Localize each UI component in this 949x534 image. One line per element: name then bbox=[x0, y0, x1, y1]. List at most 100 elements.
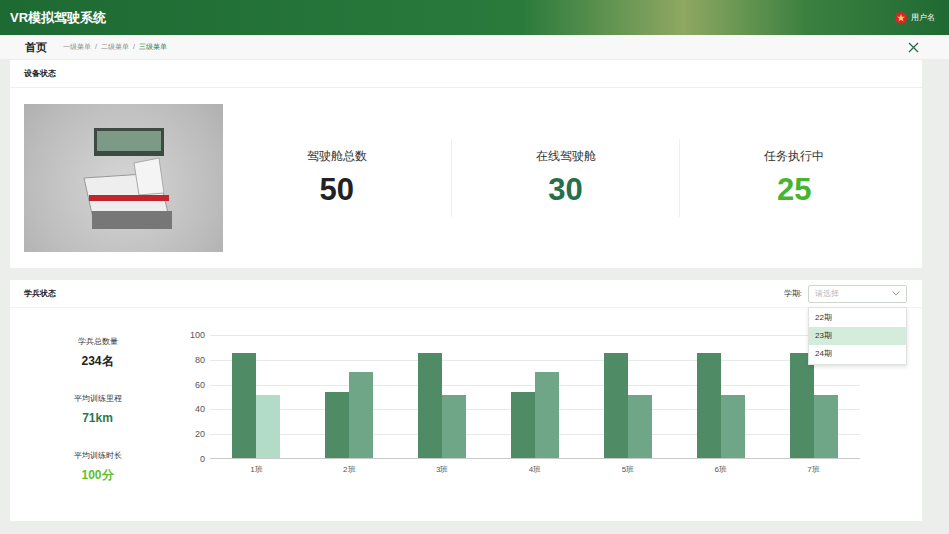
bar-group bbox=[303, 335, 396, 458]
breadcrumb-item[interactable]: 一级菜单 bbox=[63, 42, 91, 53]
bar[interactable] bbox=[790, 353, 814, 458]
grid-line bbox=[210, 360, 860, 361]
x-tick: 2班 bbox=[303, 464, 396, 476]
x-tick: 7班 bbox=[767, 464, 860, 476]
y-tick-label: 40 bbox=[195, 403, 205, 415]
x-tick-label: 1班 bbox=[250, 464, 262, 476]
chevron-up-icon bbox=[892, 291, 900, 296]
term-select[interactable]: 请选择 bbox=[808, 285, 907, 303]
bar[interactable] bbox=[442, 395, 466, 458]
user-name[interactable]: 用户名 bbox=[911, 12, 935, 24]
device-content: 驾驶舱总数 50 在线驾驶舱 30 任务执行中 25 bbox=[10, 88, 922, 268]
term-option[interactable]: 24期 bbox=[809, 345, 906, 363]
user-menu[interactable]: 用户名 bbox=[895, 12, 939, 24]
y-tick-label: 60 bbox=[195, 379, 205, 391]
student-status-card: 学兵状态学期:请选择22期23期24期学兵总数量234名平均训练里程71km平均… bbox=[10, 280, 922, 521]
card-title: 学兵状态 bbox=[24, 288, 56, 300]
breadcrumb-item[interactable]: 三级菜单 bbox=[139, 42, 167, 53]
x-tick-label: 6班 bbox=[715, 464, 727, 476]
x-tick: 6班 bbox=[674, 464, 767, 476]
top-header: VR模拟驾驶系统 用户名 bbox=[0, 0, 949, 35]
y-tick-label: 0 bbox=[200, 453, 205, 465]
card-header: 设备状态 bbox=[10, 60, 922, 88]
bar[interactable] bbox=[814, 395, 838, 458]
stat-item: 驾驶舱总数 50 bbox=[223, 139, 451, 217]
stat-value: 234名 bbox=[81, 353, 113, 369]
bar-group bbox=[396, 335, 489, 458]
bar[interactable] bbox=[535, 372, 559, 458]
bar-group bbox=[674, 335, 767, 458]
bar-group bbox=[581, 335, 674, 458]
simulator-photo bbox=[24, 104, 223, 252]
x-tick: 5班 bbox=[581, 464, 674, 476]
main-content: 设备状态驾驶舱总数50在线驾驶舱30任务执行中25学兵状态学期:请选择22期23… bbox=[0, 59, 949, 534]
breadcrumb-home[interactable]: 首页 bbox=[25, 39, 47, 56]
x-tick: 4班 bbox=[489, 464, 582, 476]
stat-label: 学兵总数量 bbox=[78, 336, 118, 348]
y-tick-label: 100 bbox=[190, 329, 205, 341]
term-dropdown: 22期23期24期 bbox=[808, 307, 907, 365]
bar-groups bbox=[210, 335, 860, 458]
stat-value: 50 bbox=[320, 172, 354, 208]
student-content: 学兵总数量 234名平均训练里程 71km 平均训练时长 100分 100 80 60 40 20… bbox=[10, 308, 922, 521]
bar[interactable] bbox=[325, 392, 349, 458]
stat-item: 在线驾驶舱 30 bbox=[451, 139, 680, 217]
term-select-wrapper: 请选择22期23期24期 bbox=[808, 285, 907, 303]
term-option[interactable]: 23期 bbox=[809, 327, 906, 345]
bar[interactable] bbox=[232, 353, 256, 458]
bar[interactable] bbox=[697, 353, 721, 458]
bar[interactable] bbox=[256, 395, 280, 458]
x-tick-label: 2班 bbox=[343, 464, 355, 476]
x-tick-label: 3班 bbox=[436, 464, 448, 476]
term-label: 学期: bbox=[784, 288, 802, 300]
card-title: 设备状态 bbox=[24, 68, 56, 80]
stat-label: 平均训练时长 bbox=[74, 450, 122, 462]
bar[interactable] bbox=[721, 395, 745, 458]
student-stats: 学兵总数量 234名平均训练里程 71km 平均训练时长 100分 bbox=[10, 308, 185, 521]
breadcrumb-separator: / bbox=[133, 42, 135, 53]
y-tick-label: 80 bbox=[195, 354, 205, 366]
x-tick-label: 5班 bbox=[622, 464, 634, 476]
term-filter: 学期: 请选择22期23期24期 bbox=[784, 285, 907, 303]
grid-line bbox=[210, 335, 860, 336]
bar[interactable] bbox=[511, 392, 535, 458]
bar[interactable] bbox=[349, 372, 373, 458]
stat-value: 25 bbox=[777, 172, 811, 208]
stat-label: 在线驾驶舱 bbox=[536, 148, 596, 164]
close-icon[interactable] bbox=[908, 42, 919, 53]
stat-label: 驾驶舱总数 bbox=[307, 148, 367, 164]
breadcrumb-separator: / bbox=[95, 42, 97, 53]
bar[interactable] bbox=[628, 395, 652, 458]
breadcrumb-bar: 首页 一级菜单 / 二级菜单 / 三级菜单 bbox=[0, 35, 949, 59]
term-placeholder: 请选择 bbox=[815, 288, 839, 300]
plot-area bbox=[210, 335, 860, 459]
stat-item: 学兵总数量 234名 bbox=[78, 336, 118, 369]
stat-value: 100分 bbox=[81, 467, 113, 483]
x-tick: 1班 bbox=[210, 464, 303, 476]
simulator-icon bbox=[64, 123, 184, 233]
stat-value: 30 bbox=[548, 172, 582, 208]
stat-value: 71km bbox=[82, 410, 113, 426]
x-tick-label: 7班 bbox=[807, 464, 819, 476]
stat-item: 平均训练里程 71km bbox=[74, 393, 122, 426]
y-axis: 100806040200 bbox=[185, 335, 210, 459]
stat-label: 平均训练里程 bbox=[74, 393, 122, 405]
stat-item: 平均训练时长 100分 bbox=[74, 450, 122, 483]
y-tick-label: 20 bbox=[195, 428, 205, 440]
bar-group bbox=[489, 335, 582, 458]
x-tick: 3班 bbox=[396, 464, 489, 476]
bar-chart: 100 80 60 40 20 0 1班 2班 3班 4班 5班 6班 7班 bbox=[185, 308, 860, 521]
breadcrumb-item[interactable]: 二级菜单 bbox=[101, 42, 129, 53]
bar-group bbox=[210, 335, 303, 458]
term-option[interactable]: 22期 bbox=[809, 309, 906, 327]
bar[interactable] bbox=[604, 353, 628, 458]
x-axis: 1班 2班 3班 4班 5班 6班 7班 bbox=[210, 464, 860, 476]
device-stats: 驾驶舱总数 50 在线驾驶舱 30 任务执行中 25 bbox=[223, 139, 908, 217]
bar[interactable] bbox=[418, 353, 442, 458]
stat-label: 任务执行中 bbox=[764, 148, 824, 164]
device-status-card: 设备状态驾驶舱总数 50 在线驾驶舱 30 任务执行中 25 bbox=[10, 60, 922, 268]
app-title: VR模拟驾驶系统 bbox=[10, 8, 106, 28]
chart-body: 100806040200 bbox=[185, 335, 860, 459]
star-badge-icon bbox=[895, 12, 907, 24]
stat-item: 任务执行中 25 bbox=[679, 139, 908, 217]
